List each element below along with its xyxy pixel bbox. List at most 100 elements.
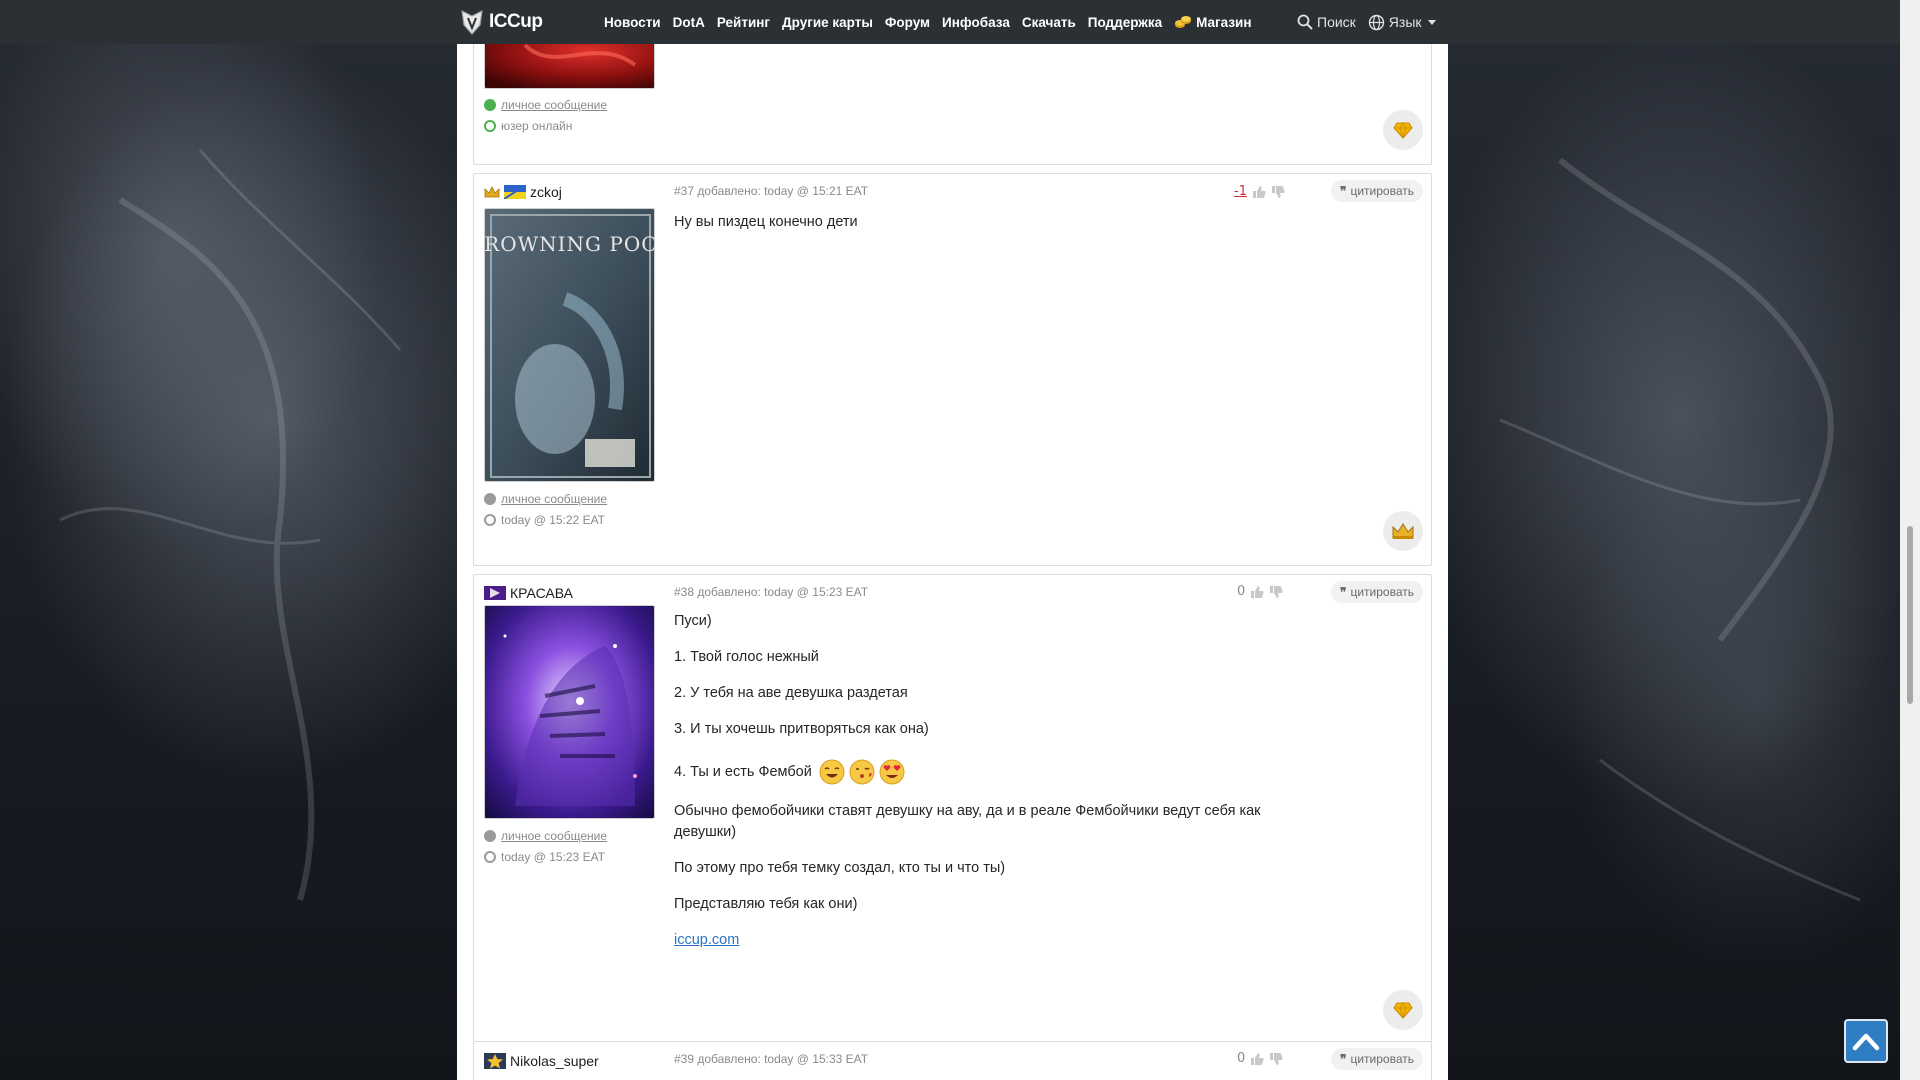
rating-value[interactable]: 0 [1237,584,1245,599]
post-date: добавлено: today @ 15:33 EAT [697,1052,869,1066]
post-link[interactable]: iccup.com [674,932,739,948]
post-meta: #39 добавлено: today @ 15:33 EAT [674,1052,868,1066]
thumbs-down-icon[interactable] [1271,185,1285,199]
search-button[interactable]: Поиск [1297,14,1356,30]
top-navigation: ICCup Новости DotA Рейтинг Другие карты … [0,0,1900,44]
crown-rank-icon [484,186,500,198]
nav-download[interactable]: Скачать [1022,15,1076,30]
globe-icon [1368,14,1384,30]
search-label: Поиск [1317,14,1356,30]
country-flag-icon [504,185,526,199]
kissing-emoji-icon [849,759,875,785]
forum-post: Nikolas_super #39 добавлено: today @ 15:… [473,1041,1432,1080]
post-text: Обычно фемобойчики ставят девушку на аву… [674,803,1261,840]
thumbs-up-icon[interactable] [1250,585,1264,599]
crown-icon [1392,523,1414,539]
username[interactable]: Nikolas_super [510,1053,599,1069]
avatar-image: DROWNING POOL [485,209,655,481]
nav-support[interactable]: Поддержка [1088,15,1162,30]
search-icon [1297,14,1313,30]
post-content: Пуси) 1. Твой голос нежный 2. У тебя на … [674,611,1314,966]
avatar[interactable]: DROWNING POOL [484,208,655,482]
nav-news[interactable]: Новости [604,15,661,30]
forum-post: zckoj DROWNING POOL л [473,173,1432,566]
site-logo[interactable]: ICCup [459,8,543,36]
chevron-down-icon [1427,19,1436,25]
post-date: добавлено: today @ 15:23 EAT [697,585,869,599]
star-rank-icon [484,1053,506,1069]
thumbs-up-icon[interactable] [1250,1052,1264,1066]
message-icon [484,99,496,111]
forum-post: КРАСАВА личное сообщение today @ 15:23 E… [473,574,1432,1042]
avatar-image [485,606,654,818]
scrollbar-thumb[interactable] [1907,526,1913,704]
online-status-text: юзер онлайн [501,119,573,133]
online-status: юзер онлайн [484,119,572,133]
pm-link-text[interactable]: личное сообщение [501,98,607,112]
quote-button-label: цитировать [1350,184,1414,198]
post-number[interactable]: #39 [674,1052,694,1066]
scroll-to-top-button[interactable] [1844,1019,1888,1063]
award-badge-previous[interactable] [1383,110,1423,150]
username[interactable]: КРАСАВА [510,585,573,601]
pm-link-text[interactable]: личное сообщение [501,492,607,506]
rating-value[interactable]: 0 [1237,1051,1245,1066]
logo-text: ICCup [489,11,543,32]
nav-other-maps[interactable]: Другие карты [782,15,873,30]
heart-gem-icon [1393,122,1413,139]
last-seen: today @ 15:22 EAT [484,513,605,527]
message-icon [484,493,496,505]
post-rating: 0 [1237,584,1283,599]
quote-button-label: цитировать [1350,1052,1414,1066]
pm-link-text[interactable]: личное сообщение [501,829,607,843]
username[interactable]: zckoj [530,184,562,200]
quote-button[interactable]: ❞ цитировать [1331,1048,1423,1070]
nav-utilities: Поиск Язык [1297,0,1436,44]
post-text: 2. У тебя на аве девушка раздетая [674,685,908,701]
pm-link[interactable]: личное сообщение [484,492,607,506]
last-seen-text: today @ 15:22 EAT [501,513,606,527]
post-number[interactable]: #38 [674,585,694,599]
heart-gem-icon [1393,1002,1413,1019]
rating-value[interactable]: -1 [1234,184,1247,199]
heart-eyes-emoji-icon [879,759,905,785]
post-link-paragraph: iccup.com [674,930,1314,951]
post-text: Представляю тебя как они) [674,896,858,912]
thumbs-down-icon[interactable] [1269,585,1283,599]
language-label: Язык [1388,14,1422,30]
last-seen-text: today @ 15:23 EAT [501,850,606,864]
post-text: Пуси) [674,613,712,629]
last-seen: today @ 15:23 EAT [484,850,605,864]
quote-button-label: цитировать [1350,585,1414,599]
forum-post-previous: личное сообщение юзер онлайн [473,34,1432,165]
thumbs-down-icon[interactable] [1269,1052,1283,1066]
pm-link[interactable]: личное сообщение [484,829,607,843]
thumbs-up-icon[interactable] [1252,185,1266,199]
rank-emblem-icon [484,586,506,600]
avatar[interactable] [484,605,655,819]
post-date: добавлено: today @ 15:21 EAT [697,184,869,198]
quote-button[interactable]: ❞ цитировать [1331,180,1423,202]
quote-button[interactable]: ❞ цитировать [1331,581,1423,603]
nav-infobase[interactable]: Инфобаза [942,15,1010,30]
iccup-logo-icon [461,9,483,35]
post-content: Ну вы пиздец конечно дети [674,212,1314,248]
pm-link-previous[interactable]: личное сообщение [484,98,607,112]
nav-dota[interactable]: DotA [673,15,705,30]
avatar-caption: DROWNING POOL [485,232,655,256]
laughing-emoji-icon [819,759,845,785]
post-meta: #37 добавлено: today @ 15:21 EAT [674,184,868,198]
clock-icon [484,514,496,526]
post-number[interactable]: #37 [674,184,694,198]
post-text: Ну вы пиздец конечно дети [674,214,858,230]
post-meta: #38 добавлено: today @ 15:23 EAT [674,585,868,599]
award-badge[interactable] [1383,990,1423,1030]
award-badge[interactable] [1383,511,1423,551]
nav-rating[interactable]: Рейтинг [717,15,770,30]
nav-shop[interactable]: Магазин [1174,14,1252,30]
post-rating: 0 [1237,1051,1283,1066]
nav-forum[interactable]: Форум [885,15,930,30]
page-scrollbar[interactable] [1900,0,1920,1080]
language-dropdown[interactable]: Язык [1368,14,1436,31]
clock-icon [484,851,496,863]
